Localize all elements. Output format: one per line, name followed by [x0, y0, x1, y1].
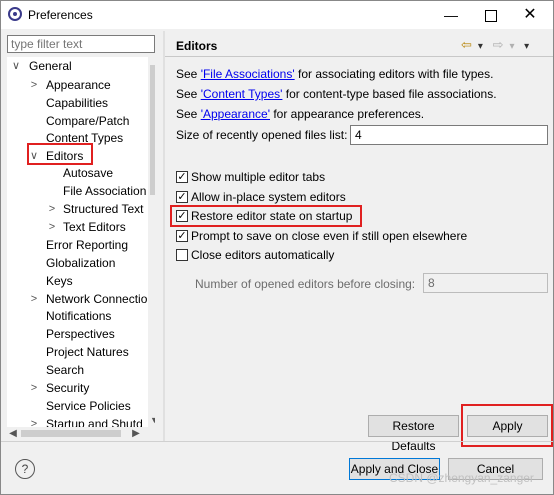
- highlight-restore-editor-state: [170, 205, 362, 227]
- see-file-associations: See 'File Associations' for associating …: [176, 67, 494, 81]
- checkbox-close-editors-automatically[interactable]: Close editors automatically: [176, 248, 334, 264]
- tree-item-keys[interactable]: Keys: [9, 272, 73, 290]
- scroll-left-arrow-icon[interactable]: ◀: [7, 427, 19, 440]
- tree-item-structured-text[interactable]: > Structured Text: [9, 200, 144, 218]
- tree-item-network-connections[interactable]: > Network Connectio: [9, 290, 148, 308]
- checkbox-checked-icon[interactable]: ✓: [176, 229, 188, 242]
- collapsed-twisty-icon[interactable]: >: [29, 415, 39, 427]
- collapsed-twisty-icon[interactable]: >: [47, 218, 57, 236]
- forward-menu-icon[interactable]: ▾: [509, 41, 514, 52]
- tree-item-globalization[interactable]: Globalization: [9, 254, 115, 272]
- opened-editors-input[interactable]: 8: [423, 273, 548, 293]
- tree-item-autosave[interactable]: Autosave: [9, 164, 113, 182]
- tree-vertical-scrollbar[interactable]: ▼: [148, 57, 155, 427]
- see-content-types: See 'Content Types' for content-type bas…: [176, 87, 497, 101]
- tree-item-capabilities[interactable]: Capabilities: [9, 94, 108, 112]
- watermark: CSDN @zhengyan_zanger: [389, 471, 534, 485]
- content-types-link[interactable]: 'Content Types': [201, 87, 283, 101]
- tree-item-file-associations[interactable]: File Association: [9, 182, 146, 200]
- title-bar: Preferences — ✕: [1, 1, 553, 29]
- checkbox-prompt-to-save[interactable]: ✓ Prompt to save on close even if still o…: [176, 229, 467, 245]
- appearance-link[interactable]: 'Appearance': [201, 107, 270, 121]
- forward-arrow-icon[interactable]: ⇨: [493, 37, 504, 53]
- back-menu-icon[interactable]: ▾: [478, 41, 483, 52]
- scroll-right-arrow-icon[interactable]: ▶: [130, 427, 142, 440]
- recent-files-label: Size of recently opened files list:: [176, 128, 348, 142]
- minimize-button[interactable]: —: [436, 5, 466, 25]
- scroll-down-arrow-icon[interactable]: ▼: [148, 414, 155, 427]
- checkbox-allow-in-place-editors[interactable]: ✓ Allow in-place system editors: [176, 190, 346, 206]
- tree-item-startup-shutdown[interactable]: > Startup and Shutd: [9, 415, 143, 427]
- preference-tree: ∨ General > Appearance Capabilities Compar…: [7, 57, 155, 427]
- tree-item-error-reporting[interactable]: Error Reporting: [9, 236, 128, 254]
- collapsed-twisty-icon[interactable]: >: [47, 200, 57, 218]
- editors-preference-page: Editors ⇦ ▾ ⇨ ▾ ▾ See 'File Associations' …: [165, 31, 553, 453]
- collapsed-twisty-icon[interactable]: >: [29, 379, 39, 397]
- tree-item-notifications[interactable]: Notifications: [9, 307, 111, 325]
- eclipse-icon: [8, 7, 22, 21]
- opened-editors-label: Number of opened editors before closing:: [195, 277, 416, 291]
- collapsed-twisty-icon[interactable]: >: [29, 290, 39, 308]
- page-title: Editors: [176, 39, 218, 53]
- recent-files-input[interactable]: 4: [350, 125, 548, 145]
- checkbox-unchecked-icon[interactable]: [176, 248, 188, 261]
- checkbox-checked-icon[interactable]: ✓: [176, 190, 188, 203]
- tree-item-search[interactable]: Search: [9, 361, 84, 379]
- checkbox-checked-icon[interactable]: ✓: [176, 170, 188, 183]
- tree-item-compare-patch[interactable]: Compare/Patch: [9, 112, 129, 130]
- tree-item-perspectives[interactable]: Perspectives: [9, 325, 115, 343]
- window-title: Preferences: [28, 8, 93, 22]
- expanded-twisty-icon[interactable]: ∨: [11, 57, 21, 75]
- close-button[interactable]: ✕: [515, 5, 545, 25]
- scrollbar-thumb[interactable]: [150, 65, 155, 195]
- view-menu-icon[interactable]: ▾: [524, 41, 529, 52]
- preferences-window: Preferences — ✕ ∨General >Appearance Cap…: [0, 0, 554, 495]
- tree-item-service-policies[interactable]: Service Policies: [9, 397, 131, 415]
- page-navigation: ⇦ ▾ ⇨ ▾ ▾: [461, 37, 535, 53]
- file-associations-link[interactable]: 'File Associations': [201, 67, 295, 81]
- filter-input[interactable]: [7, 35, 155, 53]
- checkbox-show-multiple-editor-tabs[interactable]: ✓ Show multiple editor tabs: [176, 170, 325, 186]
- highlight-editors-item: [27, 143, 93, 165]
- scrollbar-thumb[interactable]: [21, 430, 121, 437]
- maximize-icon: [485, 10, 497, 23]
- footer-divider: [1, 441, 553, 442]
- see-appearance: See 'Appearance' for appearance preferen…: [176, 107, 425, 121]
- tree-item-text-editors[interactable]: > Text Editors: [9, 218, 126, 236]
- header-divider: [165, 56, 553, 57]
- back-arrow-icon[interactable]: ⇦: [461, 37, 472, 53]
- tree-item-security[interactable]: > Security: [9, 379, 90, 397]
- restore-defaults-button[interactable]: Restore Defaults: [368, 415, 459, 453]
- tree-item-project-natures[interactable]: Project Natures: [9, 343, 129, 361]
- tree-item-appearance[interactable]: > Appearance: [9, 76, 111, 94]
- tree-item-general[interactable]: ∨ General: [9, 57, 72, 75]
- maximize-button[interactable]: [476, 5, 506, 25]
- collapsed-twisty-icon[interactable]: >: [29, 76, 39, 94]
- help-icon[interactable]: ?: [15, 459, 35, 479]
- tree-horizontal-scrollbar[interactable]: ◀ ▶: [7, 427, 142, 440]
